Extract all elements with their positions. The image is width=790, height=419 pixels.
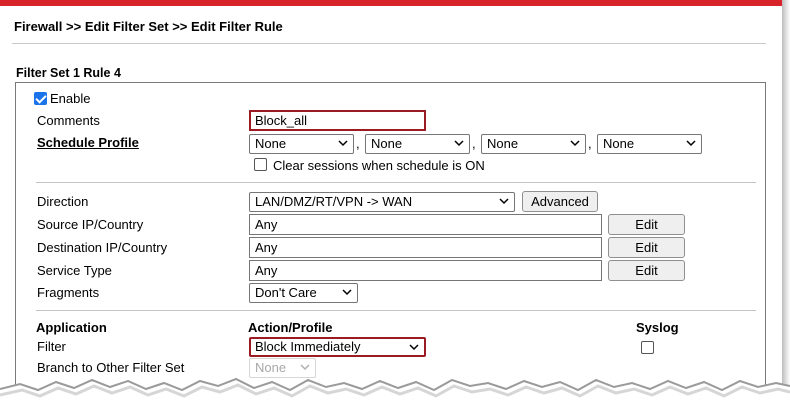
action-profile-header: Action/Profile — [248, 320, 333, 335]
service-type-input[interactable]: Any — [249, 260, 602, 281]
chevron-down-icon — [499, 196, 509, 206]
application-header: Application — [36, 320, 107, 335]
destination-ip-country-input[interactable]: Any — [249, 237, 602, 258]
schedule-profile-4-select[interactable]: None — [597, 134, 702, 154]
schedule-profile-4-value: None — [603, 136, 635, 151]
source-ip-country-label: Source IP/Country — [37, 217, 144, 232]
filter-label: Filter — [37, 339, 66, 354]
fragments-select[interactable]: Don't Care — [249, 283, 358, 303]
filter-rule-title: Filter Set 1 Rule 4 — [16, 66, 121, 80]
enable-label: Enable — [50, 91, 91, 106]
schedule-profile-2-value: None — [371, 136, 403, 151]
source-edit-button[interactable]: Edit — [608, 214, 685, 235]
schedule-separator-2: , — [472, 136, 476, 151]
schedule-profile-link[interactable]: Schedule Profile — [37, 135, 139, 150]
chevron-down-icon — [686, 138, 696, 148]
service-edit-button[interactable]: Edit — [608, 260, 685, 281]
filter-action-value: Block Immediately — [255, 339, 361, 354]
schedule-profile-1-select[interactable]: None — [249, 134, 354, 154]
service-type-label: Service Type — [37, 263, 112, 278]
fragments-label: Fragments — [37, 285, 100, 300]
schedule-profile-2-select[interactable]: None — [365, 134, 470, 154]
schedule-profile-3-select[interactable]: None — [481, 134, 586, 154]
schedule-separator-1: , — [356, 136, 360, 151]
chevron-down-icon — [454, 138, 464, 148]
destination-ip-country-label: Destination IP/Country — [37, 240, 168, 255]
section-divider-1 — [36, 182, 756, 183]
direction-value: LAN/DMZ/RT/VPN -> WAN — [255, 194, 413, 209]
chevron-down-icon — [338, 138, 348, 148]
comments-label: Comments — [37, 113, 100, 128]
destination-edit-button[interactable]: Edit — [608, 237, 685, 258]
clear-sessions-checkbox[interactable] — [254, 158, 267, 171]
source-ip-country-input[interactable]: Any — [249, 214, 602, 235]
breadcrumb: Firewall >> Edit Filter Set >> Edit Filt… — [14, 19, 283, 34]
schedule-separator-3: , — [588, 136, 592, 151]
torn-edge-decoration — [0, 377, 790, 419]
top-accent-bar — [0, 0, 782, 6]
filter-action-select[interactable]: Block Immediately — [249, 337, 426, 357]
enable-checkbox[interactable] — [34, 92, 47, 105]
breadcrumb-divider — [12, 43, 766, 44]
filter-rule-panel: Enable Comments Block_all Schedule Profi… — [15, 82, 766, 402]
schedule-profile-1-value: None — [255, 136, 287, 151]
section-divider-2 — [36, 310, 756, 311]
chevron-down-icon — [570, 138, 580, 148]
direction-label: Direction — [37, 194, 89, 209]
page-shadow — [782, 0, 790, 419]
schedule-profile-3-value: None — [487, 136, 519, 151]
direction-select[interactable]: LAN/DMZ/RT/VPN -> WAN — [249, 192, 515, 212]
advanced-button[interactable]: Advanced — [522, 191, 598, 212]
comments-input[interactable]: Block_all — [249, 110, 426, 131]
chevron-down-icon — [342, 287, 352, 297]
clear-sessions-label: Clear sessions when schedule is ON — [273, 158, 485, 173]
syslog-header: Syslog — [636, 320, 679, 335]
chevron-down-icon — [300, 362, 310, 372]
fragments-value: Don't Care — [255, 285, 317, 300]
chevron-down-icon — [409, 342, 419, 352]
syslog-checkbox[interactable] — [641, 341, 654, 354]
